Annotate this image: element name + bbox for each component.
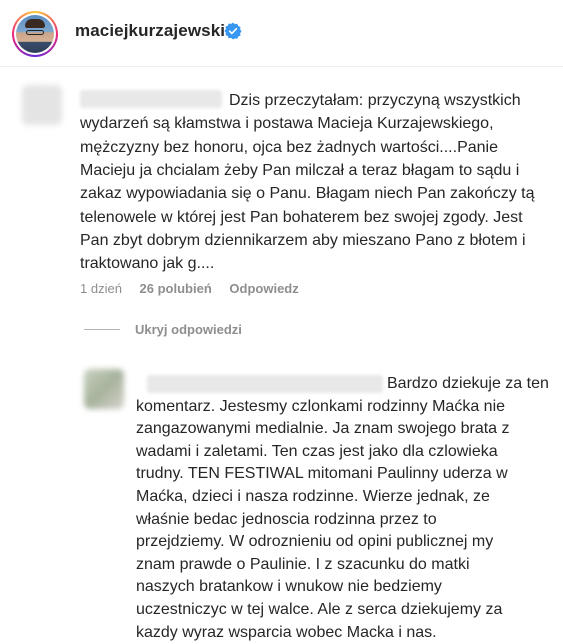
profile-avatar[interactable] xyxy=(12,11,58,57)
comment-line: zakaz wypowiadania się o Panu. Błagam ni… xyxy=(80,185,535,203)
comment-line: Pan zbyt dobrym dziennikarzem aby miesza… xyxy=(80,231,526,249)
comment-line: traktowano jak g.... xyxy=(80,255,215,273)
reply-line: trudny. TEN FESTIWAL mitomani Paulinny u… xyxy=(136,465,508,483)
reply-line: kazdy wyraz wsparcia wobec Macka i nas. xyxy=(136,623,437,641)
hide-replies-button[interactable]: Ukryj odpowiedzi xyxy=(84,322,242,337)
reply-username-blurred[interactable] xyxy=(147,375,383,393)
reply-avatar[interactable] xyxy=(84,369,124,409)
reply-line: Bardzo dziekuje za ten xyxy=(387,375,549,392)
comment-line: telenowele w której jest Pan bohaterem b… xyxy=(80,208,523,226)
comment-likes[interactable]: 26 polubień xyxy=(140,281,212,296)
verified-badge-icon xyxy=(224,22,242,40)
reply-line: Maćka, dzieci i nasza rodzinne. Wierze j… xyxy=(136,488,490,505)
avatar-frame xyxy=(14,13,56,55)
reply-line: właśnie bedac jednoscia rodzinna przez t… xyxy=(136,510,437,528)
profile-username[interactable]: maciejkurzajewski xyxy=(75,21,225,41)
reply-line: komentarz. Jestesmy czlonkami rodzinny M… xyxy=(136,397,506,415)
avatar-hair xyxy=(25,19,45,28)
comment-line: Macieju ja chcialam żeby Pan milczał a t… xyxy=(80,161,520,179)
reply-button[interactable]: Odpowiedz xyxy=(229,281,298,296)
reply-line: wadami i zaletami. Ten czas jest jako dl… xyxy=(136,442,498,460)
comment-time[interactable]: 1 dzień xyxy=(80,281,122,296)
commenter-avatar[interactable] xyxy=(22,85,62,125)
comment-line: wydarzeń są kłamstwa i postawa Macieja K… xyxy=(80,115,494,133)
commenter-username-blurred[interactable] xyxy=(80,90,222,108)
reply-line: znam prawde o Paulinie. I z szacunku do … xyxy=(136,555,470,573)
avatar-glasses xyxy=(26,30,44,35)
comment-meta: 1 dzień 26 polubień Odpowiedz xyxy=(80,281,313,296)
comment-line: mężczyzny bez honoru, ojca bez żadnych w… xyxy=(80,138,498,156)
reply-line: uczestniczyc w tej walce. Ale z serca dz… xyxy=(136,601,503,618)
comment-line: Dzis przeczytałam: przyczyną wszystkich xyxy=(229,92,521,109)
reply-line: naszych bratankow i wnukow nie bedziemy xyxy=(136,578,442,596)
reply-line: przejdziemy. W odroznieniu od opini publ… xyxy=(136,533,494,551)
hide-replies-label: Ukryj odpowiedzi xyxy=(135,322,242,337)
reply-line: zangazowanymi medialnie. Ja znam swojego… xyxy=(136,420,510,438)
divider-line xyxy=(84,329,120,330)
avatar-photo xyxy=(16,15,54,53)
post-header: maciejkurzajewski xyxy=(0,0,563,67)
